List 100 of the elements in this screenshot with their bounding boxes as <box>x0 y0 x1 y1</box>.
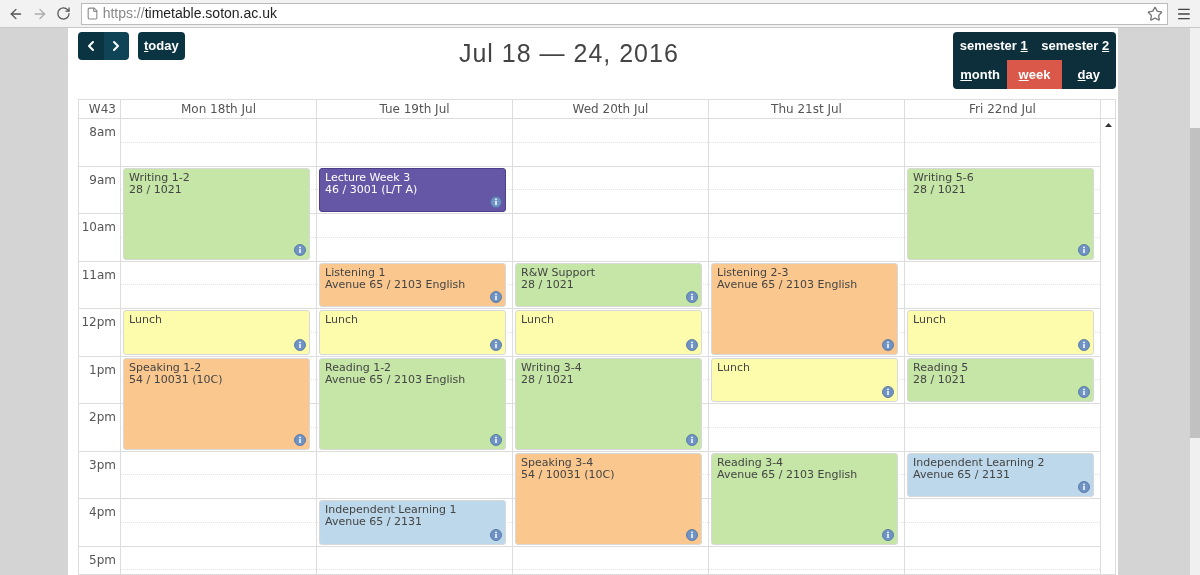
day-header: Mon 18th Jul <box>181 101 256 118</box>
calendar-event[interactable]: Lunch <box>711 357 898 402</box>
event-title: Writing 3-4 <box>521 361 583 374</box>
time-label: 3pm <box>89 456 116 471</box>
scroll-up-icon[interactable] <box>1104 123 1112 127</box>
event-location: 28 / 1021 <box>521 278 574 291</box>
calendar-event[interactable]: Writing 3-4 28 / 1021 <box>515 357 702 450</box>
event-location: 54 / 10031 (10C) <box>521 468 616 481</box>
event-location: 28 / 1021 <box>913 183 967 196</box>
info-icon[interactable] <box>882 338 894 351</box>
event-location: 46 / 3001 (L/T A) <box>325 183 419 196</box>
info-icon[interactable] <box>490 196 502 208</box>
calendar-event[interactable]: Reading 5 28 / 1021 <box>907 357 1094 402</box>
info-icon[interactable] <box>1078 481 1090 493</box>
info-icon[interactable] <box>294 433 306 446</box>
date-range-title: Jul 18 — 24, 2016 <box>458 38 679 69</box>
previous-button[interactable] <box>78 32 104 60</box>
view-button[interactable]: day <box>1061 60 1116 89</box>
day-header: Wed 20th Jul <box>572 101 649 118</box>
event-title: Reading 1-2 <box>325 361 393 374</box>
day-header: Tue 19th Jul <box>379 101 450 118</box>
calendar-event[interactable]: Listening 2-3 Avenue 65 / 2103 English <box>711 262 898 355</box>
semester-button[interactable]: semester 1 <box>953 32 1035 60</box>
info-icon[interactable] <box>490 528 502 541</box>
address-bar[interactable]: https://timetable.soton.ac.uk <box>80 2 1169 25</box>
event-title: Independent Learning 1 <box>325 504 458 516</box>
info-icon[interactable] <box>1078 338 1090 351</box>
calendar-event[interactable]: Lunch <box>319 310 506 355</box>
event-title: Lunch <box>325 314 359 326</box>
calendar-event[interactable]: Reading 3-4 Avenue 65 / 2103 English <box>711 452 898 545</box>
calendar-event[interactable]: Lunch <box>907 310 1094 355</box>
info-icon[interactable] <box>1078 243 1090 256</box>
time-label: 1pm <box>89 361 116 376</box>
calendar-event[interactable]: Writing 5-6 28 / 1021 <box>907 167 1094 260</box>
event-title: Reading 3-4 <box>717 456 785 469</box>
url-text: https://timetable.soton.ac.uk <box>102 4 278 23</box>
event-location: 28 / 1021 <box>129 183 183 196</box>
calendar-event[interactable]: Speaking 1-2 54 / 10031 (10C) <box>123 357 310 450</box>
next-button[interactable] <box>103 32 129 60</box>
event-title: Independent Learning 2 <box>913 456 1046 469</box>
event-location: Avenue 65 / 2103 English <box>325 278 467 291</box>
event-title: R&W Support <box>521 266 597 279</box>
info-icon[interactable] <box>686 291 698 303</box>
info-icon[interactable] <box>686 528 698 541</box>
event-title: Listening 2-3 <box>717 266 790 279</box>
calendar-event[interactable]: Reading 1-2 Avenue 65 / 2103 English <box>319 357 506 450</box>
event-title: Listening 1 <box>325 266 387 279</box>
event-location: 54 / 10031 (10C) <box>129 373 224 386</box>
info-icon[interactable] <box>686 433 698 446</box>
day-header: Thu 21st Jul <box>771 101 842 118</box>
info-icon[interactable] <box>882 528 894 541</box>
time-label: 8am <box>89 124 116 138</box>
semester-button[interactable]: semester 2 <box>1034 32 1116 60</box>
event-title: Speaking 1-2 <box>129 361 203 374</box>
time-label: 2pm <box>89 409 116 423</box>
reload-icon[interactable] <box>55 6 71 21</box>
scrollbar-thumb[interactable] <box>1190 128 1200 438</box>
view-button[interactable]: month <box>953 60 1008 89</box>
calendar-event[interactable]: Listening 1 Avenue 65 / 2103 English <box>319 262 506 307</box>
time-label: 4pm <box>89 504 116 518</box>
event-title: Lecture Week 3 <box>325 171 412 184</box>
time-label: 12pm <box>81 314 116 328</box>
calendar-event[interactable]: R&W Support 28 / 1021 <box>515 262 702 307</box>
event-title: Speaking 3-4 <box>521 456 595 469</box>
info-icon[interactable] <box>490 338 502 351</box>
event-location: Avenue 65 / 2103 English <box>717 278 859 291</box>
event-location: Avenue 65 / 2131 <box>325 516 424 528</box>
event-location: 28 / 1021 <box>913 373 967 386</box>
info-icon[interactable] <box>490 291 502 303</box>
week-number: W43 <box>88 101 116 118</box>
event-location: Avenue 65 / 2131 <box>913 468 1011 481</box>
info-icon[interactable] <box>294 338 306 351</box>
event-location: Avenue 65 / 2103 English <box>325 373 467 386</box>
view-button[interactable]: week <box>1007 60 1062 89</box>
today-button[interactable]: today <box>138 32 185 60</box>
day-header: Fri 22nd Jul <box>969 101 1036 118</box>
time-label: 5pm <box>89 551 116 566</box>
event-title: Lunch <box>521 314 555 326</box>
calendar-event[interactable]: Speaking 3-4 54 / 10031 (10C) <box>515 452 702 545</box>
info-icon[interactable] <box>294 243 306 256</box>
event-title: Lunch <box>129 314 163 326</box>
event-title: Writing 1-2 <box>129 171 191 184</box>
event-title: Lunch <box>913 314 947 326</box>
event-location: 28 / 1021 <box>521 373 575 386</box>
bookmark-star-icon[interactable] <box>1147 5 1164 22</box>
info-icon[interactable] <box>490 433 502 446</box>
event-title: Writing 5-6 <box>913 171 975 184</box>
calendar-event[interactable]: Lunch <box>123 310 310 355</box>
event-title: Reading 5 <box>913 361 970 374</box>
calendar-event[interactable]: Independent Learning 1 Avenue 65 / 2131 <box>319 500 506 545</box>
event-title: Lunch <box>717 361 751 374</box>
calendar-event[interactable]: Lunch <box>515 310 702 355</box>
time-label: 9am <box>89 171 116 186</box>
info-icon[interactable] <box>882 386 894 398</box>
info-icon[interactable] <box>686 338 698 351</box>
calendar-event[interactable]: Writing 1-2 28 / 1021 <box>123 167 310 260</box>
calendar-event[interactable]: Independent Learning 2 Avenue 65 / 2131 <box>907 452 1094 497</box>
info-icon[interactable] <box>1078 386 1090 398</box>
calendar-event[interactable]: Lecture Week 3 46 / 3001 (L/T A) <box>319 167 506 212</box>
page-icon <box>85 7 99 20</box>
